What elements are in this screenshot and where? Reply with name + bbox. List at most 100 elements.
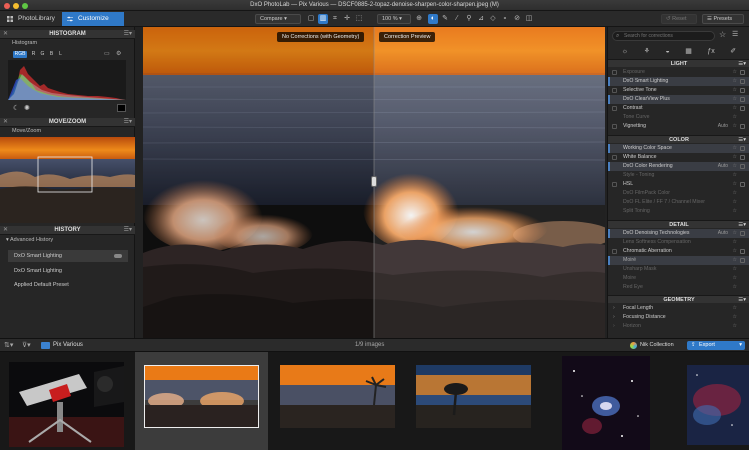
correction-focal-length[interactable]: › Focal Length ☆ — [608, 304, 749, 313]
fit-icon[interactable]: ⬚ — [354, 14, 364, 24]
favorite-icon[interactable]: ☆ — [733, 77, 737, 86]
expand-icon[interactable] — [740, 70, 745, 75]
crop-icon[interactable]: ⌗ — [330, 14, 340, 24]
correction-hsl[interactable]: HSL ☆ — [608, 180, 749, 189]
expand-icon[interactable] — [740, 164, 745, 169]
correction-tone-curve[interactable]: Tone Curve ☆ — [608, 113, 749, 122]
expand-icon[interactable] — [740, 231, 745, 236]
overlay-icon[interactable]: ◫ — [524, 14, 534, 24]
favorite-icon[interactable]: ☆ — [733, 313, 737, 322]
favorite-icon[interactable]: ☆ — [733, 144, 737, 153]
correction-contrast[interactable]: Contrast ☆ — [608, 104, 749, 113]
enable-checkbox[interactable] — [612, 106, 617, 111]
moon-icon[interactable]: ☾ — [13, 104, 19, 112]
dust-icon[interactable]: ∘ — [500, 14, 510, 24]
favorite-icon[interactable]: ☆ — [733, 283, 737, 292]
channel-r[interactable]: R — [30, 51, 37, 58]
enable-checkbox[interactable] — [612, 88, 617, 93]
expand-icon[interactable] — [740, 97, 745, 102]
close-icon[interactable]: ✕ — [3, 30, 8, 39]
favorite-icon[interactable]: ☆ — [733, 322, 737, 331]
filmstrip-thumbnail[interactable] — [538, 352, 673, 450]
expand-icon[interactable] — [740, 146, 745, 151]
expand-icon[interactable] — [740, 258, 745, 263]
star-icon[interactable]: ☆ — [719, 30, 726, 39]
menu-icon[interactable]: ☰▾ — [124, 30, 132, 39]
enable-checkbox[interactable] — [612, 249, 617, 254]
single-view-icon[interactable]: ▢ — [306, 14, 316, 24]
filmstrip-thumbnail[interactable] — [403, 352, 538, 450]
correction-moire[interactable]: Moire ☆ — [608, 274, 749, 283]
favorite-icon[interactable]: ☆ — [733, 122, 737, 131]
filmstrip-thumbnail-selected[interactable] — [135, 352, 268, 450]
correction-denoising[interactable]: DxO Denoising Technologies Auto ☆ — [608, 229, 749, 238]
correction-working-color-space[interactable]: Working Color Space ☆ — [608, 144, 749, 153]
correction-vignetting[interactable]: Vignetting Auto ☆ — [608, 122, 749, 131]
export-button[interactable]: ⇪ Export ▾ — [687, 341, 745, 350]
image-viewer[interactable]: No Corrections (with Geometry) Correctio… — [143, 27, 605, 338]
enable-checkbox[interactable] — [612, 70, 617, 75]
geometry-palette-icon[interactable]: ▦ — [685, 47, 692, 55]
favorite-icon[interactable]: ☆ — [733, 229, 737, 238]
effects-palette-icon[interactable]: ƒx — [707, 48, 714, 55]
correction-white-balance[interactable]: White Balance ☆ — [608, 153, 749, 162]
favorite-icon[interactable]: ☆ — [733, 113, 737, 122]
zoom-select[interactable]: 100 % ▾ — [377, 14, 411, 24]
section-detail[interactable]: DETAIL ☰▾ — [608, 220, 749, 228]
correction-filmpack-color[interactable]: DxO FilmPack Color ☆ — [608, 189, 749, 198]
correction-split-toning[interactable]: Split Toning ☆ — [608, 207, 749, 216]
horizon-icon[interactable]: ⊿ — [476, 14, 486, 24]
correction-selective-tone[interactable]: Selective Tone ☆ — [608, 86, 749, 95]
filmstrip-thumbnail[interactable] — [673, 352, 749, 450]
expand-icon[interactable] — [740, 106, 745, 111]
chevron-down-icon[interactable]: ▾ — [739, 341, 742, 350]
repair-icon[interactable]: ✎ — [440, 14, 450, 24]
correction-search[interactable]: ⌕ — [612, 31, 715, 41]
favorite-icon[interactable]: ☆ — [733, 304, 737, 313]
correction-unsharp-mask[interactable]: Unsharp Mask ☆ — [608, 265, 749, 274]
channel-g[interactable]: G — [39, 51, 46, 58]
favorite-icon[interactable]: ☆ — [733, 86, 737, 95]
favorite-icon[interactable]: ☆ — [733, 198, 737, 207]
histogram-header[interactable]: ✕ HISTOGRAM ☰▾ — [0, 30, 135, 39]
history-toggle[interactable] — [114, 254, 122, 258]
navigator-preview[interactable] — [0, 137, 135, 223]
minimize-window-button[interactable] — [13, 3, 19, 9]
favorite-icon[interactable]: ☆ — [733, 162, 737, 171]
favorite-icon[interactable]: ☆ — [733, 274, 737, 283]
favorite-icon[interactable]: ☆ — [733, 180, 737, 189]
sort-icon[interactable]: ⇅▾ — [4, 341, 13, 349]
split-handle[interactable] — [371, 176, 377, 187]
tab-customize[interactable]: Customize — [62, 12, 124, 26]
close-window-button[interactable] — [4, 3, 10, 9]
favorite-icon[interactable]: ☆ — [733, 189, 737, 198]
channel-rgb[interactable]: RGB — [13, 51, 27, 58]
correction-lens-softness[interactable]: Lens Softness Compensation ☆ — [608, 238, 749, 247]
expand-icon[interactable] — [740, 79, 745, 84]
correction-exposure[interactable]: Exposure ☆ — [608, 68, 749, 77]
history-item[interactable]: Applied Default Preset — [8, 279, 128, 291]
presets-button[interactable]: ☰ Presets — [702, 14, 744, 24]
loupe-icon[interactable]: ⊕ — [414, 14, 424, 24]
favorite-icon[interactable]: ☆ — [733, 153, 737, 162]
close-icon[interactable]: ✕ — [3, 226, 8, 235]
correction-channel-mixer[interactable]: DxO FL Elite / FF 7 / Channel Mixer ☆ — [608, 198, 749, 207]
picker-icon[interactable]: ⁄ — [452, 14, 462, 24]
display-icon[interactable]: ▭ — [104, 50, 110, 57]
enable-checkbox[interactable] — [612, 182, 617, 187]
sun-icon[interactable]: ✺ — [24, 104, 30, 112]
move-icon[interactable]: ✛ — [342, 14, 352, 24]
panel-menu-icon[interactable]: ☰ — [732, 30, 738, 38]
expand-icon[interactable] — [740, 249, 745, 254]
expand-icon[interactable] — [740, 88, 745, 93]
history-subtitle[interactable]: ▾ Advanced History — [6, 237, 53, 243]
filmstrip-thumbnail[interactable] — [268, 352, 403, 450]
settings-icon[interactable]: ⚙ — [116, 50, 121, 57]
correction-color-rendering[interactable]: DxO Color Rendering Auto ☆ — [608, 162, 749, 171]
filter-icon[interactable]: ⊽▾ — [22, 341, 31, 349]
nik-collection-button[interactable]: Nik Collection — [628, 341, 684, 350]
disclosure-icon[interactable]: › — [613, 304, 615, 313]
enable-checkbox[interactable] — [612, 155, 617, 160]
correction-red-eye[interactable]: Red Eye ☆ — [608, 283, 749, 292]
menu-icon[interactable]: ☰▾ — [124, 226, 132, 235]
